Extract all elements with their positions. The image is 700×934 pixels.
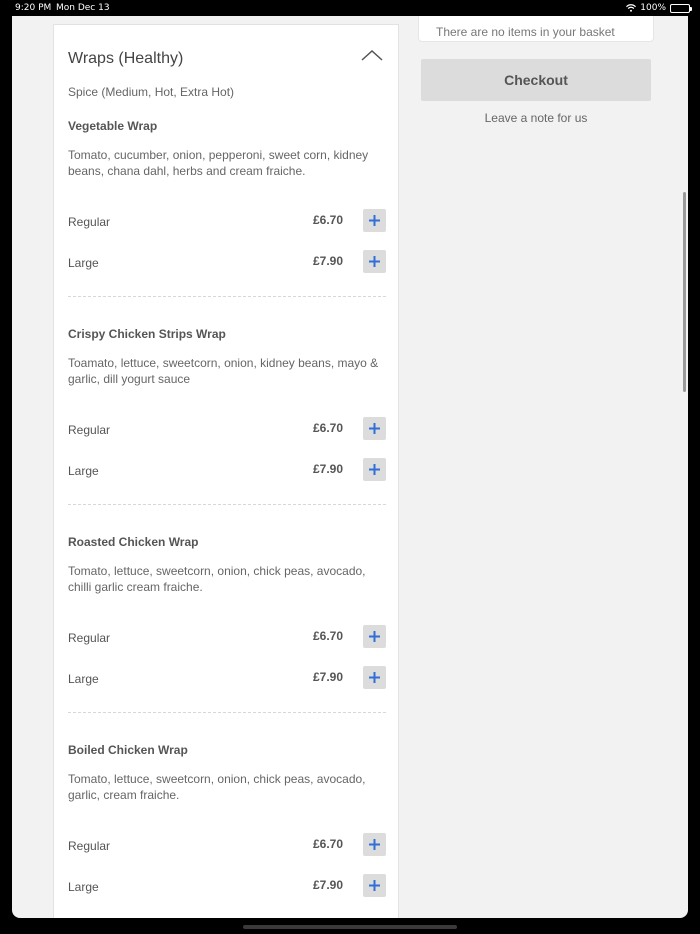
- item-divider: [68, 296, 386, 297]
- add-to-basket-button[interactable]: [363, 458, 386, 481]
- section-title: Wraps (Healthy): [68, 50, 184, 67]
- size-label: Regular: [68, 423, 111, 437]
- size-row: Regular £6.70: [68, 625, 386, 649]
- price: £7.90: [312, 670, 343, 684]
- plus-icon: [369, 631, 380, 642]
- status-indicators: 100%: [626, 3, 692, 13]
- add-to-basket-button[interactable]: [363, 874, 386, 897]
- plus-icon: [369, 839, 380, 850]
- size-label: Large: [68, 672, 99, 686]
- price: £7.90: [312, 462, 343, 476]
- basket-empty-message: There are no items in your basket: [436, 25, 615, 39]
- size-label: Regular: [68, 839, 111, 853]
- status-date: Mon Dec 13: [56, 3, 110, 13]
- size-row: Regular £6.70: [68, 417, 386, 441]
- leave-note-link[interactable]: Leave a note for us: [421, 111, 651, 125]
- chevron-up-icon[interactable]: [360, 47, 384, 63]
- size-label: Regular: [68, 215, 111, 229]
- battery-icon: [670, 3, 692, 13]
- item-divider: [68, 712, 386, 713]
- price: £7.90: [312, 254, 343, 268]
- price: £6.70: [312, 629, 343, 643]
- size-label: Large: [68, 464, 99, 478]
- price: £6.70: [312, 837, 343, 851]
- battery-percent: 100%: [640, 3, 666, 13]
- checkout-button[interactable]: Checkout: [421, 59, 651, 101]
- add-to-basket-button[interactable]: [363, 833, 386, 856]
- item-name: Crispy Chicken Strips Wrap: [68, 327, 226, 341]
- basket-panel: There are no items in your basket: [418, 16, 654, 42]
- add-to-basket-button[interactable]: [363, 625, 386, 648]
- item-description: Tomato, lettuce, sweetcorn, onion, chick…: [68, 564, 366, 594]
- size-row: Regular £6.70: [68, 209, 386, 233]
- section-subtitle: Spice (Medium, Hot, Extra Hot): [68, 85, 235, 99]
- size-label: Large: [68, 880, 99, 894]
- menu-section-panel: Wraps (Healthy) Spice (Medium, Hot, Extr…: [53, 24, 399, 918]
- size-row: Large £7.90: [68, 458, 386, 482]
- plus-icon: [369, 880, 380, 891]
- price: £6.70: [312, 421, 343, 435]
- status-time: 9:20 PM: [15, 3, 52, 13]
- plus-icon: [369, 672, 380, 683]
- add-to-basket-button[interactable]: [363, 250, 386, 273]
- add-to-basket-button[interactable]: [363, 209, 386, 232]
- item-description: Tomato, cucumber, onion, pepperoni, swee…: [68, 148, 369, 178]
- item-description: Tomato, lettuce, sweetcorn, onion, chick…: [68, 772, 366, 802]
- home-indicator[interactable]: [243, 925, 457, 929]
- app-screen: Wraps (Healthy) Spice (Medium, Hot, Extr…: [12, 16, 688, 918]
- add-to-basket-button[interactable]: [363, 417, 386, 440]
- plus-icon: [369, 464, 380, 475]
- item-name: Roasted Chicken Wrap: [68, 535, 199, 549]
- item-name: Vegetable Wrap: [68, 119, 158, 133]
- size-row: Large £7.90: [68, 874, 386, 898]
- size-row: Large £7.90: [68, 666, 386, 690]
- add-to-basket-button[interactable]: [363, 666, 386, 689]
- item-divider: [68, 504, 386, 505]
- size-row: Large £7.90: [68, 250, 386, 274]
- plus-icon: [369, 215, 380, 226]
- status-bar: 9:20 PM Mon Dec 13 100%: [0, 0, 700, 16]
- plus-icon: [369, 423, 380, 434]
- item-description: Toamato, lettuce, sweetcorn, onion, kidn…: [68, 356, 379, 386]
- size-label: Large: [68, 256, 99, 270]
- price: £7.90: [312, 878, 343, 892]
- plus-icon: [369, 256, 380, 267]
- size-label: Regular: [68, 631, 111, 645]
- price: £6.70: [312, 213, 343, 227]
- wifi-icon: [626, 4, 637, 12]
- scrollbar[interactable]: [683, 192, 686, 392]
- size-row: Regular £6.70: [68, 833, 386, 857]
- item-name: Boiled Chicken Wrap: [68, 743, 188, 757]
